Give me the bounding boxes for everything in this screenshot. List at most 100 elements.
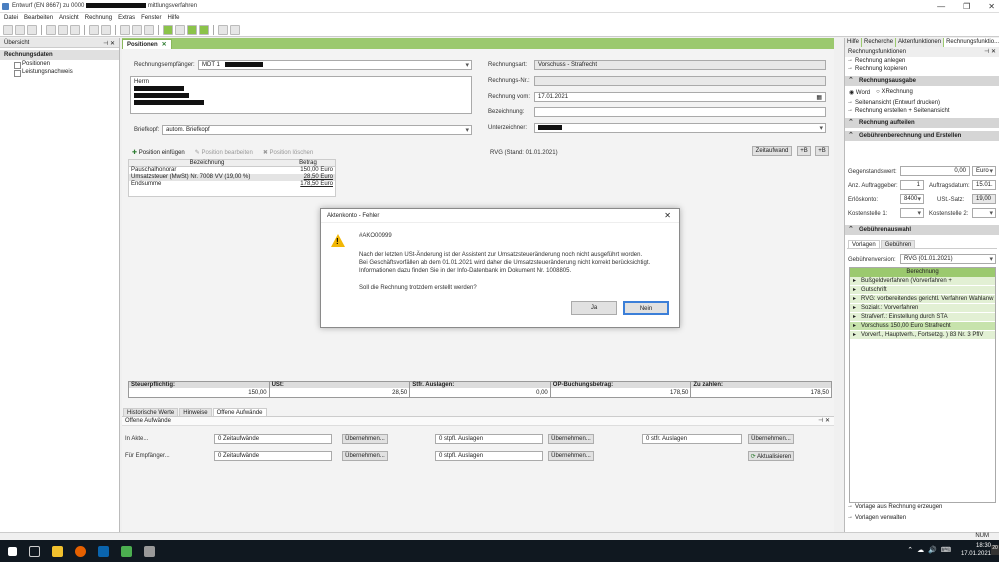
calendar-icon[interactable]: ▦	[816, 94, 822, 101]
pin-icon[interactable]: ⊣ ✕	[103, 40, 115, 47]
section-gebuehrenauswahl[interactable]: Gebührenauswahl	[845, 225, 999, 235]
list-item[interactable]: Strafverf.: Einstellung durch STA	[850, 313, 995, 322]
app-icon-active[interactable]	[144, 545, 155, 557]
time-effort-button[interactable]: Zeitaufwand	[752, 146, 792, 156]
tab-offene-aufwaende[interactable]: Offene Aufwände	[212, 408, 267, 416]
refresh-button[interactable]: ⟳ Aktualisieren	[748, 451, 794, 461]
list-item[interactable]: Bußgeldverfahren (Vorverfahren + Gericht…	[850, 277, 995, 293]
tab-hinweise[interactable]: Hinweise	[179, 408, 212, 416]
chevron-up-icon[interactable]: ⌃	[907, 546, 913, 554]
cloud-icon[interactable]: ☁	[917, 546, 924, 554]
cost-center1-select[interactable]	[900, 208, 924, 218]
notification-badge[interactable]: 20	[991, 545, 999, 555]
table-row[interactable]: Pauschalhonorar 150,00 Euro	[129, 167, 335, 174]
keyboard-icon[interactable]: ⌨	[941, 546, 951, 554]
link-create-invoice[interactable]: Rechnung anlegen	[845, 57, 999, 65]
nav-item-leistungsnachweis[interactable]: Leistungsnachweis	[0, 68, 119, 77]
link-page-preview[interactable]: Seitenansicht (Entwurf drucken)	[845, 99, 999, 107]
open-icon[interactable]	[15, 24, 25, 35]
clock[interactable]: 18:30 17.01.2021	[961, 542, 991, 558]
app-icon-green[interactable]	[121, 545, 132, 557]
maximize-button[interactable]: ❐	[963, 2, 970, 11]
nav-item-positionen[interactable]: Positionen	[0, 60, 119, 69]
menu-rechnung[interactable]: Rechnung	[85, 15, 112, 21]
minimize-button[interactable]: —	[937, 2, 945, 11]
globe-icon[interactable]	[199, 24, 209, 35]
back-icon[interactable]	[27, 24, 37, 35]
task-view-icon[interactable]	[29, 545, 40, 557]
pin-icon[interactable]: ⊣ ✕	[818, 417, 830, 424]
recipient-select[interactable]: MDT 1	[198, 60, 472, 70]
link-copy-invoice[interactable]: Rechnung kopieren	[845, 65, 999, 73]
invoice-date-field[interactable]: 17.01.2021 ▦	[534, 92, 826, 102]
object-value-field[interactable]: 0,00	[900, 166, 970, 176]
menu-datei[interactable]: Datei	[4, 15, 18, 21]
table-row[interactable]: Umsatzsteuer (MwSt) Nr. 7008 VV (19,00 %…	[129, 174, 335, 181]
clients-field[interactable]: 1	[900, 180, 924, 190]
no-button[interactable]: Nein	[623, 301, 669, 315]
delete-position-button[interactable]: ✖ Position löschen	[263, 149, 313, 156]
list-item[interactable]: Sozialr.: Vorverfahren	[850, 304, 995, 313]
firefox-icon[interactable]	[75, 545, 86, 557]
tab-recherche[interactable]: Recherche	[862, 38, 896, 47]
radio-xrechnung[interactable]: ○ XRechnung	[876, 89, 913, 96]
col-header-bezeichnung[interactable]: Bezeichnung	[129, 160, 283, 166]
revenue-account-select[interactable]: 8400	[900, 194, 924, 204]
copy-icon[interactable]	[132, 24, 142, 35]
accept-button[interactable]: Übernehmen...	[342, 451, 388, 461]
list-item[interactable]: RVG: vorbereitendes gerichtl. Verfahren …	[850, 295, 995, 304]
filter-icon[interactable]	[163, 24, 173, 35]
link-manage-templates[interactable]: Vorlagen verwalten	[845, 514, 909, 522]
section-gebuehrenberechnung[interactable]: Gebührenberechnung und Erstellen	[845, 131, 999, 141]
letterhead-select[interactable]: autom. Briefkopf	[162, 125, 472, 135]
clock-icon[interactable]	[187, 24, 197, 35]
currency-select[interactable]: Euro	[972, 166, 996, 176]
address-textbox[interactable]: Herrn	[130, 76, 472, 114]
tab-rechnungsfunktionen[interactable]: Rechnungsfunktio...	[944, 38, 999, 47]
pin-icon[interactable]: ⊣ ✕	[984, 48, 996, 55]
tab-vorlagen[interactable]: Vorlagen	[848, 240, 880, 248]
tab-positionen[interactable]: Positionen ✕	[122, 39, 172, 49]
menu-fenster[interactable]: Fenster	[141, 15, 161, 21]
section-rechnung-aufteilen[interactable]: Rechnung aufteilen	[845, 118, 999, 128]
grid-icon[interactable]	[175, 24, 185, 35]
outlook-icon[interactable]	[98, 545, 109, 557]
tab-gebuehren[interactable]: Gebühren	[880, 240, 916, 248]
calculator-icon[interactable]	[218, 24, 228, 35]
plus-b-button[interactable]: +B	[797, 146, 811, 156]
undo-icon[interactable]	[89, 24, 99, 35]
accept-button[interactable]: Übernehmen...	[548, 451, 594, 461]
table-row[interactable]: Endsumme 178,50 Euro	[129, 181, 335, 188]
list-item[interactable]: Gutschrift	[850, 286, 995, 295]
signer-select[interactable]	[534, 123, 826, 133]
list-item[interactable]: Vorschuss 150,00 Euro Strafrecht	[850, 322, 995, 331]
tab-historische-werte[interactable]: Historische Werte	[123, 408, 179, 416]
edit-position-button[interactable]: ✎ Position bearbeiten	[195, 149, 253, 156]
save-icon[interactable]	[3, 24, 13, 35]
col-header-betrag[interactable]: Betrag	[283, 160, 335, 166]
accept-button[interactable]: Übernehmen...	[342, 434, 388, 444]
tab-aktenfunktionen[interactable]: Aktenfunktionen	[896, 38, 944, 47]
list-item[interactable]: Vorverf., Hauptverh., Fortsetzg. ) 83 Nr…	[850, 331, 995, 340]
fee-version-select[interactable]: RVG (01.01.2021)	[900, 254, 996, 264]
yes-button[interactable]: Ja	[571, 301, 617, 315]
dialog-close-icon[interactable]: ✕	[664, 211, 671, 220]
cut-icon[interactable]	[120, 24, 130, 35]
menu-ansicht[interactable]: Ansicht	[59, 15, 79, 21]
windows-start-icon[interactable]	[8, 546, 17, 556]
plus-b-button-2[interactable]: +B	[815, 146, 829, 156]
link-template-from-invoice[interactable]: Vorlage aus Rechnung erzeugen	[845, 503, 945, 511]
order-date-field[interactable]: 15.01.	[972, 180, 996, 190]
accept-button[interactable]: Übernehmen...	[548, 434, 594, 444]
tab-close-icon[interactable]: ✕	[162, 42, 167, 48]
tab-hilfe[interactable]: Hilfe	[845, 38, 862, 47]
section-rechnungsausgabe[interactable]: Rechnungsausgabe	[845, 76, 999, 86]
paste-icon[interactable]	[144, 24, 154, 35]
menu-extras[interactable]: Extras	[118, 15, 135, 21]
link-create-preview[interactable]: Rechnung erstellen + Seitenansicht	[845, 107, 999, 115]
menu-bearbeiten[interactable]: Bearbeiten	[24, 15, 53, 21]
print-icon[interactable]	[58, 24, 68, 35]
file-explorer-icon[interactable]	[52, 545, 63, 557]
dropdown-icon[interactable]	[230, 24, 240, 35]
redo-icon[interactable]	[101, 24, 111, 35]
